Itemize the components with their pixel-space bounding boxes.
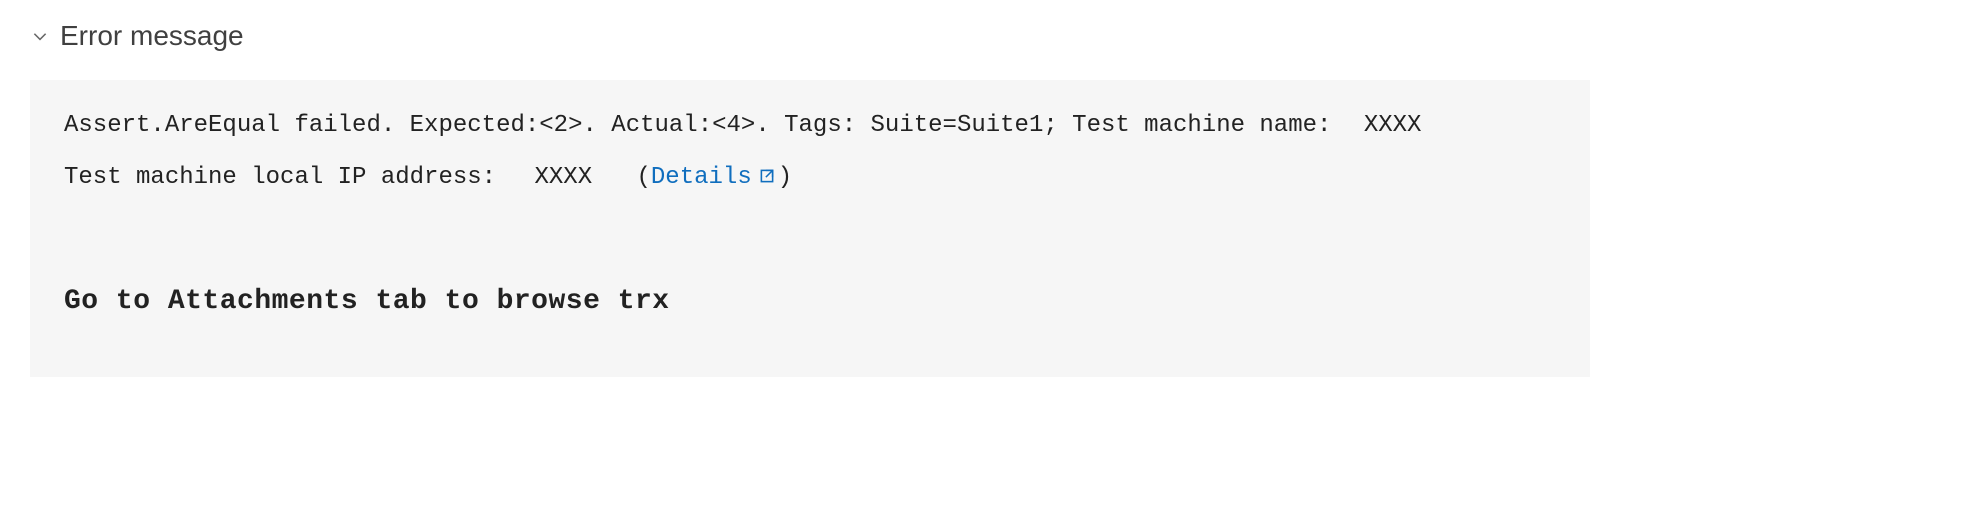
ip-value: XXXX	[534, 160, 592, 196]
error-line-2: Test machine local IP address: XXXX (Det…	[64, 160, 1556, 196]
machine-name-value: XXXX	[1364, 108, 1422, 144]
section-title: Error message	[60, 20, 244, 52]
error-line-1: Assert.AreEqual failed. Expected:<2>. Ac…	[64, 108, 1556, 144]
error-message-panel: Assert.AreEqual failed. Expected:<2>. Ac…	[30, 80, 1590, 377]
ip-label: Test machine local IP address:	[64, 164, 496, 191]
attachments-note: Go to Attachments tab to browse trx	[64, 286, 1556, 317]
details-label: Details	[651, 164, 752, 191]
assert-text: Assert.AreEqual failed. Expected:<2>. Ac…	[64, 112, 1331, 139]
paren-open: (	[637, 164, 651, 191]
paren-close: )	[778, 164, 792, 191]
section-header[interactable]: Error message	[30, 20, 1933, 52]
chevron-down-icon	[30, 26, 50, 46]
details-link[interactable]: Details	[651, 164, 778, 191]
external-link-icon	[758, 167, 776, 185]
